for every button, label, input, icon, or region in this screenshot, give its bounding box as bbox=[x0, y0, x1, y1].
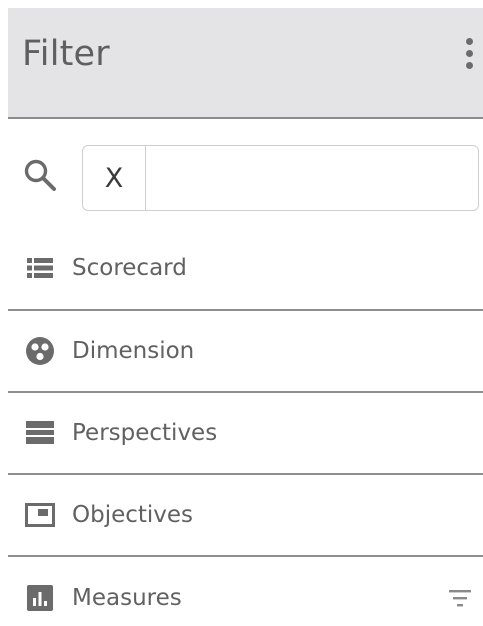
clear-search-button[interactable]: X bbox=[83, 146, 146, 210]
kebab-menu-icon[interactable] bbox=[463, 38, 475, 74]
filter-category-list: Scorecard Dimension Perspectives Objecti… bbox=[8, 227, 483, 626]
list-item-label: Perspectives bbox=[72, 420, 218, 446]
search-row: X bbox=[8, 119, 483, 227]
list-item-perspectives[interactable]: Perspectives bbox=[8, 393, 483, 475]
list-item-scorecard[interactable]: Scorecard bbox=[8, 227, 483, 311]
list-item-label: Measures bbox=[72, 585, 182, 611]
list-item-label: Objectives bbox=[72, 502, 194, 528]
search-icon bbox=[24, 159, 56, 191]
list-item-measures[interactable]: Measures bbox=[8, 557, 483, 626]
filter-panel: Filter X Scorecard Dimension Perspective… bbox=[0, 0, 483, 626]
header-title: Filter bbox=[22, 34, 110, 74]
dimension-circle-icon bbox=[26, 337, 54, 365]
search-box: X bbox=[82, 145, 479, 211]
filter-header: Filter bbox=[8, 8, 483, 119]
measures-chart-icon bbox=[27, 585, 53, 611]
perspectives-stack-icon bbox=[26, 421, 54, 444]
objectives-window-icon bbox=[25, 503, 55, 527]
list-item-label: Dimension bbox=[72, 338, 195, 364]
filter-lines-icon[interactable] bbox=[447, 586, 473, 610]
list-item-dimension[interactable]: Dimension bbox=[8, 311, 483, 393]
scorecard-list-icon bbox=[27, 258, 53, 278]
search-input[interactable] bbox=[146, 146, 478, 210]
list-item-label: Scorecard bbox=[72, 255, 187, 281]
list-item-objectives[interactable]: Objectives bbox=[8, 475, 483, 557]
